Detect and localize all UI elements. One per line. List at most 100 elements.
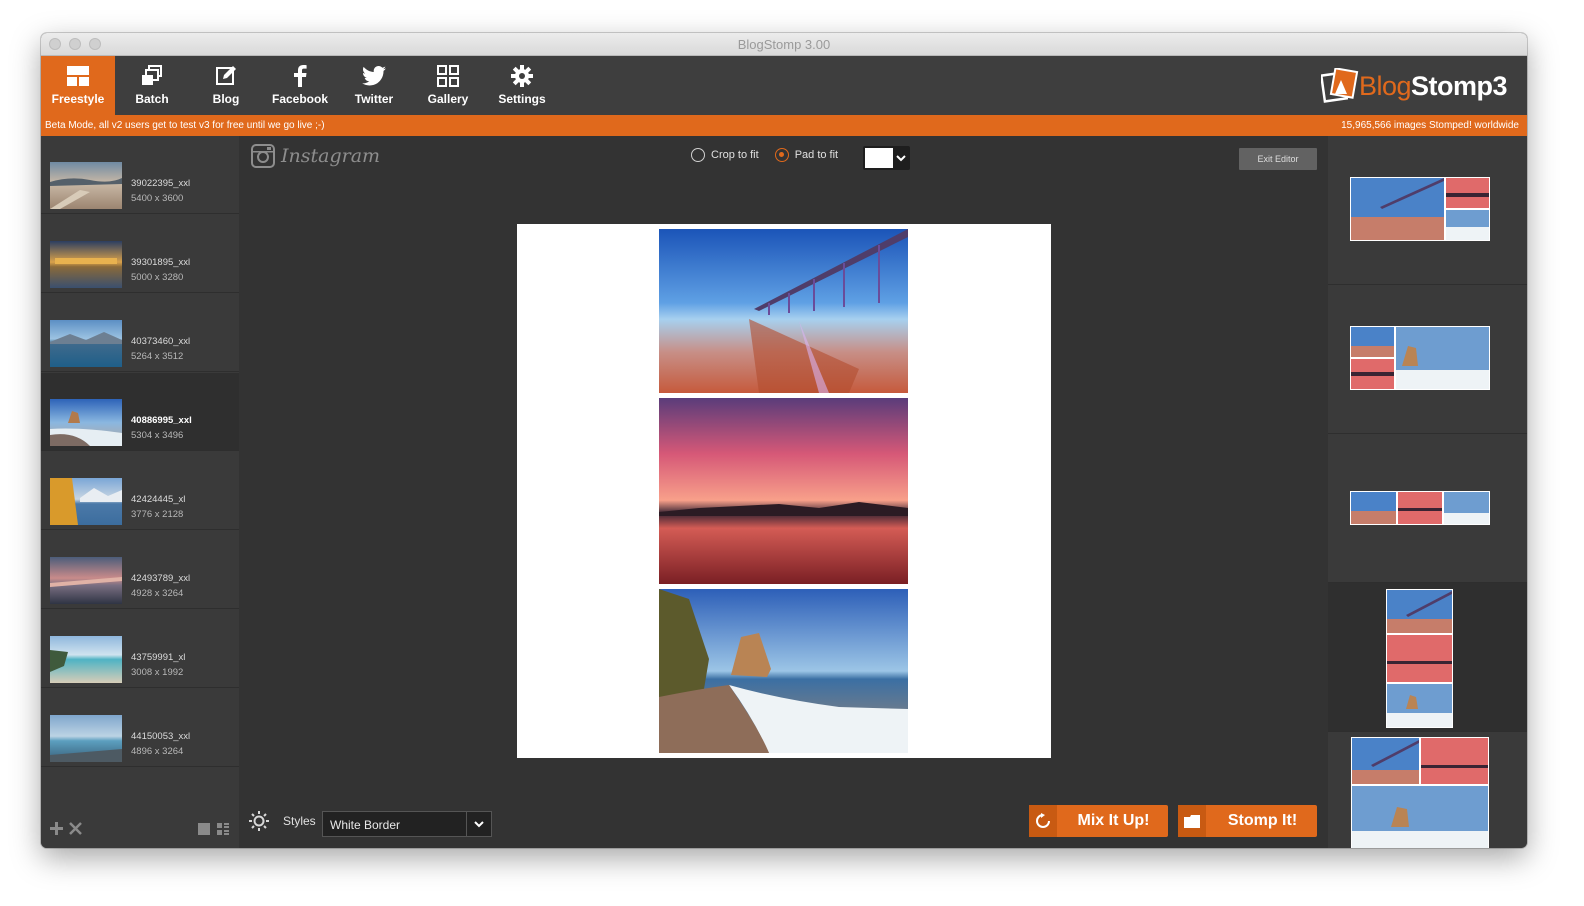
chevron-down-icon bbox=[474, 821, 484, 828]
brand-name: BlogStomp3 bbox=[1358, 70, 1508, 102]
crop-to-fit-label: Crop to fit bbox=[711, 149, 759, 161]
gear-icon bbox=[511, 65, 533, 87]
pad-to-fit-radio[interactable] bbox=[774, 148, 789, 162]
tab-facebook[interactable]: Facebook bbox=[263, 56, 337, 115]
shuffle-icon bbox=[1036, 813, 1050, 828]
image-list-item[interactable]: 39301895_xxl 5000 x 3280 bbox=[41, 215, 239, 293]
image-dimensions: 4896 x 3264 bbox=[131, 746, 184, 757]
layout-thumbnail bbox=[1350, 177, 1490, 241]
image-thumbnail bbox=[50, 715, 122, 762]
twitter-icon bbox=[362, 66, 386, 86]
image-dimensions: 5304 x 3496 bbox=[131, 430, 184, 441]
image-thumbnail bbox=[50, 320, 122, 367]
tab-gallery[interactable]: Gallery bbox=[411, 56, 485, 115]
image-filename: 42424445_xl bbox=[131, 494, 186, 505]
gallery-grid-icon bbox=[437, 65, 459, 87]
mix-it-up-button[interactable]: Mix It Up! bbox=[1029, 805, 1168, 837]
layout-thumbnail bbox=[1350, 326, 1490, 390]
layout-option[interactable] bbox=[1328, 732, 1527, 848]
image-list-item[interactable]: 39022395_xxl 5400 x 3600 bbox=[41, 136, 239, 214]
image-list-item[interactable]: 43759991_xl 3008 x 1992 bbox=[41, 610, 239, 688]
image-thumbnail bbox=[50, 478, 122, 525]
tab-freestyle-label: Freestyle bbox=[51, 92, 105, 106]
image-filename: 40886995_xxl bbox=[131, 415, 192, 426]
tab-twitter-label: Twitter bbox=[354, 92, 394, 106]
image-filename: 44150053_xxl bbox=[131, 731, 191, 742]
image-list-item[interactable]: 40373460_xxl 5264 x 3512 bbox=[41, 294, 239, 372]
image-filename: 39022395_xxl bbox=[131, 178, 191, 189]
image-dimensions: 3776 x 2128 bbox=[131, 509, 184, 520]
tab-batch[interactable]: Batch bbox=[115, 56, 189, 115]
pad-to-fit-label: Pad to fit bbox=[794, 149, 839, 161]
main-toolbar: Freestyle Batch Blog Facebook Twitter Ga… bbox=[41, 56, 1527, 115]
blogstomp-logo-icon bbox=[1320, 68, 1359, 103]
image-thumbnail bbox=[50, 557, 122, 604]
image-filename: 43759991_xl bbox=[131, 652, 186, 663]
grid-view-icon[interactable] bbox=[198, 823, 210, 835]
folder-icon bbox=[1184, 814, 1200, 828]
styles-row: Styles bbox=[249, 811, 316, 831]
styles-select[interactable]: White Border bbox=[322, 811, 492, 837]
list-view-icon[interactable] bbox=[217, 823, 229, 835]
tab-blog[interactable]: Blog bbox=[189, 56, 263, 115]
image-list-item[interactable]: 44150053_xxl 4896 x 3264 bbox=[41, 689, 239, 767]
exit-editor-button[interactable]: Exit Editor bbox=[1239, 148, 1317, 170]
image-list-item[interactable]: 42424445_xl 3776 x 2128 bbox=[41, 452, 239, 530]
image-dimensions: 3008 x 1992 bbox=[131, 667, 184, 678]
freestyle-icon bbox=[67, 66, 89, 86]
stomp-counter: 15,965,566 images Stomped! worldwide bbox=[1341, 120, 1519, 131]
batch-icon bbox=[142, 65, 162, 85]
editor-area: Instagram Crop to fit Pad to fit Exit Ed… bbox=[239, 136, 1328, 848]
pad-color-swatch bbox=[865, 148, 893, 168]
layout-option[interactable] bbox=[1328, 285, 1527, 434]
layout-option-selected[interactable] bbox=[1328, 583, 1527, 732]
brand-name-part2: Stomp3 bbox=[1410, 70, 1508, 101]
preview-canvas[interactable] bbox=[517, 224, 1051, 758]
preview-photo-sunset bbox=[659, 398, 908, 584]
beta-message: Beta Mode, all v2 users get to test v3 f… bbox=[45, 120, 325, 131]
stomp-it-label: Stomp It! bbox=[1227, 812, 1298, 829]
sun-icon[interactable] bbox=[249, 811, 269, 831]
styles-label: Styles bbox=[283, 814, 316, 828]
stomp-it-button[interactable]: Stomp It! bbox=[1178, 805, 1317, 837]
layout-thumbnail bbox=[1351, 737, 1489, 848]
image-list-item[interactable]: 42493789_xxl 4928 x 3264 bbox=[41, 531, 239, 609]
image-list-sidebar: 39022395_xxl 5400 x 3600 39301895_xxl 50… bbox=[41, 136, 239, 848]
image-filename: 42493789_xxl bbox=[131, 573, 191, 584]
chevron-down-icon bbox=[896, 155, 906, 162]
layout-option[interactable] bbox=[1328, 434, 1527, 583]
remove-image-icon[interactable] bbox=[69, 822, 82, 835]
tab-settings[interactable]: Settings bbox=[485, 56, 559, 115]
layout-thumbnail bbox=[1386, 589, 1453, 728]
app-window: BlogStomp 3.00 Freestyle Batch Blog Face… bbox=[41, 33, 1527, 848]
pad-color-picker[interactable] bbox=[863, 146, 910, 170]
image-filename: 39301895_xxl bbox=[131, 257, 191, 268]
image-thumbnail bbox=[50, 241, 122, 288]
platform-name: Instagram bbox=[281, 145, 381, 167]
brand-logo: BlogStomp3 bbox=[1320, 66, 1508, 106]
add-image-icon[interactable] bbox=[50, 822, 63, 835]
tab-batch-label: Batch bbox=[135, 92, 169, 106]
tab-settings-label: Settings bbox=[498, 92, 546, 106]
tab-facebook-label: Facebook bbox=[271, 92, 328, 106]
layout-thumbnail bbox=[1350, 491, 1490, 525]
image-thumbnail bbox=[50, 636, 122, 683]
crop-to-fit-radio[interactable] bbox=[691, 148, 705, 162]
styles-selected-value: White Border bbox=[330, 818, 401, 832]
tab-gallery-label: Gallery bbox=[427, 92, 469, 106]
window-title: BlogStomp 3.00 bbox=[737, 37, 831, 52]
layout-options-panel bbox=[1328, 136, 1527, 848]
tab-twitter[interactable]: Twitter bbox=[337, 56, 411, 115]
image-dimensions: 5000 x 3280 bbox=[131, 272, 184, 283]
brand-name-part1: Blog bbox=[1358, 70, 1412, 101]
tab-freestyle[interactable]: Freestyle bbox=[41, 56, 115, 115]
tab-blog-label: Blog bbox=[212, 92, 240, 106]
facebook-icon bbox=[294, 65, 307, 87]
platform-label: Instagram bbox=[251, 144, 380, 168]
instagram-icon bbox=[251, 144, 275, 168]
layout-option[interactable] bbox=[1328, 136, 1527, 285]
mix-it-up-label: Mix It Up! bbox=[1077, 812, 1150, 829]
preview-photo-rock bbox=[659, 589, 908, 753]
image-list-item-selected[interactable]: 40886995_xxl 5304 x 3496 bbox=[41, 373, 239, 451]
image-filename: 40373460_xxl bbox=[131, 336, 191, 347]
